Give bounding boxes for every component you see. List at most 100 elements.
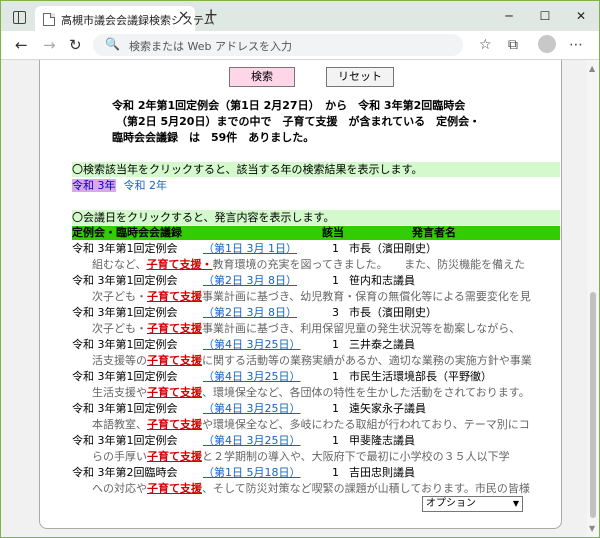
result-meeting: 令和 3年第1回定例会 — [72, 306, 178, 319]
result-snippet: 生活支援や子育て支援、環境保全など、各団体の特性を生かした活動をされております。 — [72, 385, 560, 401]
maximize-button[interactable]: ☐ — [527, 1, 563, 31]
snippet-keyword: 子育て支援 — [147, 418, 202, 431]
result-count: 1 — [332, 370, 339, 383]
result-speaker: 市長（濱田剛史） — [349, 242, 437, 255]
result-count: 1 — [332, 402, 339, 415]
snippet-keyword: 子育て支援 — [147, 290, 202, 303]
scroll-up-icon[interactable]: ▲ — [589, 64, 595, 73]
snippet-after: 事業計画に基づき、幼児教育・保育の無償化等による需要変化を見 — [202, 290, 531, 303]
header-hits: 該当 — [322, 226, 344, 239]
result-snippet: らの手厚い子育て支援と２学期制の導入や、大阪府下で最初に小学校の３５人以下学 — [72, 449, 560, 465]
page-scrollbar[interactable]: ▲ ▼ — [587, 60, 599, 537]
result-date-link[interactable]: （第4日 3月25日） — [203, 337, 301, 353]
result-date-link[interactable]: （第2日 3月 8日） — [203, 305, 297, 321]
year-list: 令和 3年 令和 2年 — [72, 179, 167, 193]
result-speaker: 吉田忠則議員 — [349, 466, 415, 479]
browser-tab[interactable]: 高槻市議会会議録検索システム ✕ — [35, 6, 215, 31]
snippet-before: 活支援等の — [92, 354, 147, 367]
result-speaker: 笹内和志議員 — [349, 274, 415, 287]
result-count: 1 — [332, 434, 339, 447]
result-row: 令和 3年第1回定例会 （第4日 3月25日） 1 市民生活環境部長（平野徹） — [72, 369, 560, 385]
result-date-link[interactable]: （第4日 3月25日） — [203, 369, 301, 385]
results-header: 定例会・臨時会会議録 該当 発言者名 — [72, 226, 560, 240]
tab-actions-icon[interactable] — [13, 11, 26, 24]
year-link[interactable]: 令和 2年 — [124, 179, 168, 192]
result-meeting: 令和 3年第1回定例会 — [72, 274, 178, 287]
results-list: 令和 3年第1回定例会 （第1日 3月 1日） 1 市長（濱田剛史） 組むなど、子育て支… — [72, 241, 560, 501]
result-count: 1 — [332, 274, 339, 287]
reset-button[interactable]: リセット — [326, 67, 394, 87]
snippet-keyword: 子育て支援 — [147, 322, 202, 335]
reload-icon[interactable]: ↻ — [69, 36, 82, 54]
result-date-link[interactable]: （第4日 3月25日） — [203, 401, 301, 417]
result-meeting: 令和 3年第1回定例会 — [72, 434, 178, 447]
summary-line: 令和 2年第1回定例会（第1日 2月27日） から 令和 3年第2回臨時会 — [112, 99, 466, 112]
result-row: 令和 3年第1回定例会 （第2日 3月 8日） 1 笹内和志議員 — [72, 273, 560, 289]
new-tab-button[interactable]: + — [204, 5, 218, 25]
result-row: 令和 3年第1回定例会 （第1日 3月 1日） 1 市長（濱田剛史） — [72, 241, 560, 257]
snippet-after: と２学期制の導入や、大阪府下で最初に小学校の３５人以下学 — [202, 450, 510, 463]
profile-avatar[interactable] — [538, 35, 556, 53]
search-button[interactable]: 検索 — [229, 67, 295, 87]
result-row: 令和 3年第1回定例会 （第2日 3月 8日） 3 市長（濱田剛史） — [72, 305, 560, 321]
window-controls: ─ ☐ ✕ — [491, 1, 599, 31]
snippet-keyword: 子育て支援 — [147, 450, 202, 463]
snippet-before: 組むなど、 — [92, 258, 147, 271]
address-bar[interactable]: 🔍 検索または Web アドレスを入力 — [93, 34, 463, 56]
result-meeting: 令和 3年第1回定例会 — [72, 338, 178, 351]
collections-icon[interactable]: ⧉ — [508, 37, 518, 53]
browser-window: 高槻市議会会議録検索システム ✕ + ─ ☐ ✕ ← → ↻ 🔍 検索または W… — [0, 0, 600, 538]
summary-line: 臨時会会議録 は 59件 ありました。 — [112, 131, 315, 144]
page-icon — [43, 13, 55, 26]
snippet-after: 事業計画に基づき、利用保留児童の発生状況等を勘案しながら、 — [202, 322, 521, 335]
scroll-down-icon[interactable]: ▼ — [589, 524, 595, 533]
browser-toolbar: ← → ↻ 🔍 検索または Web アドレスを入力 ☆ ⧉ ⋯ — [1, 31, 599, 60]
snippet-before: への対応や — [92, 482, 147, 495]
result-snippet: 組むなど、子育て支援・教育環境の充実を図ってきました。 また、防災機能を備えた — [72, 257, 560, 273]
result-speaker: 三井泰之議員 — [349, 338, 415, 351]
result-meeting: 令和 3年第2回臨時会 — [72, 466, 178, 479]
year-link-selected[interactable]: 令和 3年 — [72, 179, 116, 192]
menu-icon[interactable]: ⋯ — [569, 37, 583, 53]
result-row: 令和 3年第1回定例会 （第4日 3月25日） 1 甲斐隆志議員 — [72, 433, 560, 449]
year-instruction: 〇検索該当年をクリックすると、該当する年の検索結果を表示します。 — [72, 162, 560, 177]
result-count: 1 — [332, 466, 339, 479]
close-window-button[interactable]: ✕ — [563, 1, 599, 31]
result-date-link[interactable]: （第2日 3月 8日） — [203, 273, 297, 289]
result-count: 1 — [332, 242, 339, 255]
result-snippet: 活支援等の子育て支援に関する活動等の業務実績があるか、適切な業務の実施方針や事業 — [72, 353, 560, 369]
forward-icon[interactable]: → — [43, 36, 56, 54]
result-speaker: 遠矢家永子議員 — [349, 402, 426, 415]
meeting-instruction: 〇会議日をクリックすると、発言内容を表示します。 — [72, 210, 560, 225]
favorite-icon[interactable]: ☆ — [479, 37, 492, 53]
close-tab-icon[interactable]: ✕ — [178, 9, 189, 24]
snippet-keyword: 子育て支援 — [147, 354, 202, 367]
result-date-link[interactable]: （第1日 3月 1日） — [203, 241, 297, 257]
snippet-before: らの手厚い — [92, 450, 147, 463]
result-date-link[interactable]: （第1日 5月18日） — [203, 465, 301, 481]
scrollbar-thumb[interactable] — [590, 292, 596, 518]
snippet-after: 、環境保全など、各団体の特性を生かした活動をされております。 — [202, 386, 530, 399]
snippet-after: 教育環境の充実を図ってきました。 また、防災機能を備えた — [212, 258, 526, 271]
snippet-before: 本語教室、 — [92, 418, 147, 431]
minimize-button[interactable]: ─ — [491, 1, 527, 31]
snippet-after: 、そして防災対策など喫緊の課題が山積しております。市民の皆様 — [202, 482, 530, 495]
results-panel: 検索 リセット 令和 2年第1回定例会（第1日 2月27日） から 令和 3年第… — [39, 60, 562, 529]
snippet-before: 次子ども・ — [92, 290, 147, 303]
snippet-before: 次子ども・ — [92, 322, 147, 335]
snippet-after: に関する活動等の業務実績があるか、適切な業務の実施方針や事業 — [202, 354, 532, 367]
chevron-down-icon: ▼ — [512, 499, 519, 508]
header-speaker: 発言者名 — [412, 226, 456, 239]
result-speaker: 市民生活環境部長（平野徹） — [349, 370, 492, 383]
result-speaker: 甲斐隆志議員 — [349, 434, 415, 447]
option-select-label: オプション — [426, 498, 476, 509]
result-meeting: 令和 3年第1回定例会 — [72, 402, 178, 415]
result-snippet: 次子ども・子育て支援事業計画に基づき、利用保留児童の発生状況等を勘案しながら、 — [72, 321, 560, 337]
result-date-link[interactable]: （第4日 3月25日） — [203, 433, 301, 449]
search-summary: 令和 2年第1回定例会（第1日 2月27日） から 令和 3年第2回臨時会 （第… — [112, 98, 512, 146]
option-select[interactable]: オプション ▼ — [422, 496, 523, 512]
tab-bar: 高槻市議会会議録検索システム ✕ + ─ ☐ ✕ — [1, 1, 599, 31]
result-row: 令和 3年第1回定例会 （第4日 3月25日） 1 三井泰之議員 — [72, 337, 560, 353]
back-icon[interactable]: ← — [15, 36, 28, 54]
header-meeting: 定例会・臨時会会議録 — [72, 226, 182, 239]
